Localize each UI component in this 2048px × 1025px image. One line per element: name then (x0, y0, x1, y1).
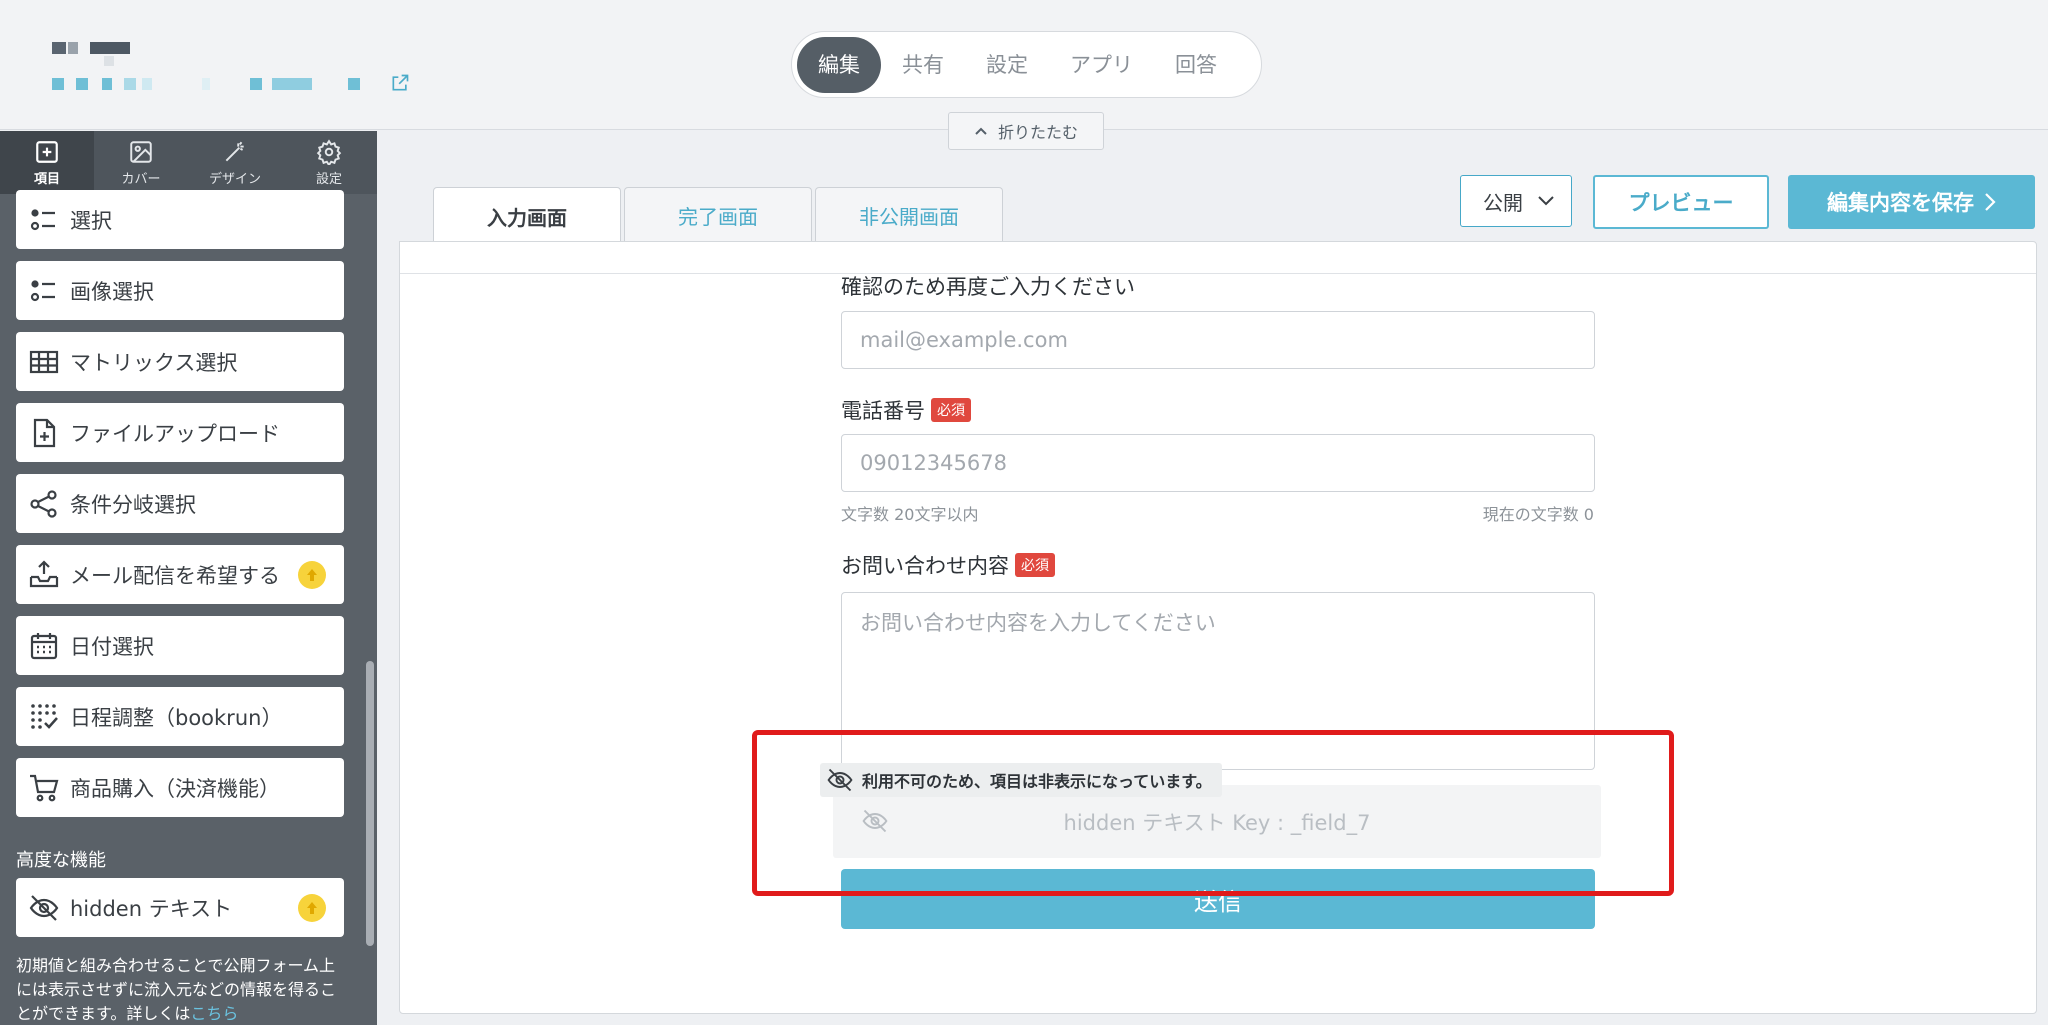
preview-button[interactable]: プレビュー (1593, 175, 1769, 229)
phone-label-text: 電話番号 (841, 399, 925, 423)
inquiry-label-text: お問い合わせ内容 (841, 554, 1009, 578)
sidebar-tab-label: デザイン (208, 171, 261, 187)
phone-char-count: 現在の文字数 0 (1482, 505, 1594, 524)
save-button[interactable]: 編集内容を保存 (1788, 175, 2035, 229)
eye-off-icon (29, 894, 59, 921)
sidebar: 項目 カバー デザイン 設定 選択 画像選択 マトリックス選択 ファイルアップロ… (0, 131, 377, 1025)
list-icon (30, 279, 55, 301)
mode-tabs: 編集 共有 設定 アプリ 回答 (791, 31, 1262, 98)
phone-field[interactable]: 09012345678 (841, 434, 1595, 492)
sidebar-tab-label: 項目 (33, 171, 60, 187)
canvas-top-bar (400, 242, 2036, 274)
save-button-label: 編集内容を保存 (1827, 191, 1974, 215)
sidebar-tab-settings[interactable]: 設定 (282, 131, 376, 194)
sidebar-tab-cover[interactable]: カバー (94, 131, 188, 194)
required-badge: 必須 (931, 398, 971, 422)
plus-square-icon (36, 140, 58, 163)
tab-edit[interactable]: 編集 (797, 36, 881, 93)
form-url-redacted[interactable] (52, 78, 412, 92)
list-icon (30, 208, 55, 230)
hidden-notice-text: 利用不可のため、項目は非表示になっています。 (862, 772, 1212, 791)
sidebar-item-label: 条件分岐選択 (70, 492, 196, 517)
sidebar-tab-items[interactable]: 項目 (0, 131, 94, 194)
cart-icon (30, 774, 59, 801)
inquiry-textarea[interactable]: お問い合わせ内容を入力してください (841, 592, 1595, 770)
sidebar-tab-design[interactable]: デザイン (188, 131, 282, 194)
sidebar-item-bookrun[interactable]: 日程調整（bookrun） (16, 687, 344, 746)
sidebar-item-label: 商品購入（決済機能） (70, 776, 280, 801)
phone-label: 電話番号 必須 (841, 395, 971, 425)
upgrade-badge-icon (298, 894, 326, 922)
confirm-email-label: 確認のため再度ご入力ください (841, 271, 1135, 301)
sidebar-item-hidden-text[interactable]: hidden テキスト (16, 878, 344, 937)
image-icon (130, 140, 152, 163)
form-canvas: 確認のため再度ご入力ください mail@example.com 電話番号 必須 … (399, 241, 2037, 1014)
dot-grid-check-icon (31, 703, 58, 729)
tab-settings[interactable]: 設定 (965, 37, 1049, 93)
inquiry-label: お問い合わせ内容 必須 (841, 550, 1055, 580)
description-text: 初期値と組み合わせることで公開フォーム上には表示させずに流入元などの情報を得るこ… (16, 956, 337, 1023)
chevron-up-icon (975, 127, 987, 135)
sidebar-item-label: ファイルアップロード (70, 421, 280, 446)
inquiry-placeholder: お問い合わせ内容を入力してください (860, 611, 1216, 635)
sidebar-item-label: マトリックス選択 (70, 350, 238, 375)
description-link[interactable]: こちら (190, 1004, 238, 1023)
confirm-email-label-text: 確認のため再度ご入力ください (841, 275, 1135, 299)
sidebar-item-matrix-select[interactable]: マトリックス選択 (16, 332, 344, 391)
sidebar-item-product-purchase[interactable]: 商品購入（決済機能） (16, 758, 344, 817)
confirm-email-field[interactable]: mail@example.com (841, 311, 1595, 369)
app-header: 編集 共有 設定 アプリ 回答 (0, 0, 2048, 130)
sidebar-item-image-select[interactable]: 画像選択 (16, 261, 344, 320)
inbox-upload-icon (29, 559, 59, 587)
hidden-field-text: hidden テキスト Key : _field_7 (1063, 810, 1371, 835)
main-editor: 入力画面 完了画面 非公開画面 公開 プレビュー 編集内容を保存 確認のため再度… (377, 131, 2048, 1025)
page-tabs: 入力画面 完了画面 非公開画面 (433, 187, 1003, 244)
eye-off-icon (827, 768, 853, 792)
tab-responses[interactable]: 回答 (1154, 37, 1238, 93)
advanced-section-label: 高度な機能 (16, 850, 106, 871)
sidebar-item-label: 選択 (70, 208, 112, 233)
tab-input-page[interactable]: 入力画面 (433, 187, 621, 244)
file-plus-icon (33, 418, 56, 447)
external-link-icon[interactable] (390, 73, 410, 93)
required-badge: 必須 (1015, 553, 1055, 577)
tab-private-page[interactable]: 非公開画面 (815, 187, 1003, 242)
tab-share[interactable]: 共有 (881, 37, 965, 93)
sidebar-item-file-upload[interactable]: ファイルアップロード (16, 403, 344, 462)
calendar-icon (30, 632, 58, 659)
sidebar-item-label: 画像選択 (70, 279, 154, 304)
publish-select[interactable]: 公開 (1460, 175, 1572, 227)
sidebar-item-label: 日付選択 (70, 634, 154, 659)
sidebar-item-select[interactable]: 選択 (16, 190, 344, 249)
phone-placeholder: 09012345678 (860, 451, 1007, 475)
sidebar-item-label: 日程調整（bookrun） (70, 705, 283, 730)
chevron-right-icon (1985, 193, 1996, 211)
sidebar-item-date-select[interactable]: 日付選択 (16, 616, 344, 675)
share-icon (30, 489, 57, 518)
upgrade-badge-icon (298, 561, 326, 589)
collapse-label: 折りたたむ (997, 123, 1078, 142)
sidebar-item-label: メール配信を希望する (70, 563, 280, 588)
confirm-email-placeholder: mail@example.com (860, 328, 1068, 352)
gear-icon (316, 138, 342, 165)
sidebar-item-label: hidden テキスト (70, 896, 233, 921)
magic-wand-icon (225, 141, 244, 161)
tab-apps[interactable]: アプリ (1049, 37, 1154, 93)
sidebar-item-conditional-select[interactable]: 条件分岐選択 (16, 474, 344, 533)
table-icon (29, 350, 59, 373)
collapse-button[interactable]: 折りたたむ (948, 112, 1104, 150)
submit-button[interactable]: 送信 (841, 869, 1595, 929)
eye-off-icon (862, 809, 888, 833)
sidebar-tabs: 項目 カバー デザイン 設定 (0, 131, 377, 194)
tab-complete-page[interactable]: 完了画面 (624, 187, 812, 242)
chevron-down-icon (1538, 196, 1554, 206)
sidebar-item-mail-opt-in[interactable]: メール配信を希望する (16, 545, 344, 604)
hidden-notice-tooltip: 利用不可のため、項目は非表示になっています。 (820, 763, 1222, 797)
phone-length-hint: 文字数 20文字以内 (841, 505, 979, 524)
hidden-text-description: 初期値と組み合わせることで公開フォーム上には表示させずに流入元などの情報を得るこ… (16, 954, 346, 1025)
sidebar-scrollbar[interactable] (366, 661, 374, 946)
publish-select-value: 公開 (1483, 190, 1523, 215)
sidebar-tab-label: 設定 (315, 171, 342, 187)
sidebar-tab-label: カバー (121, 171, 161, 187)
